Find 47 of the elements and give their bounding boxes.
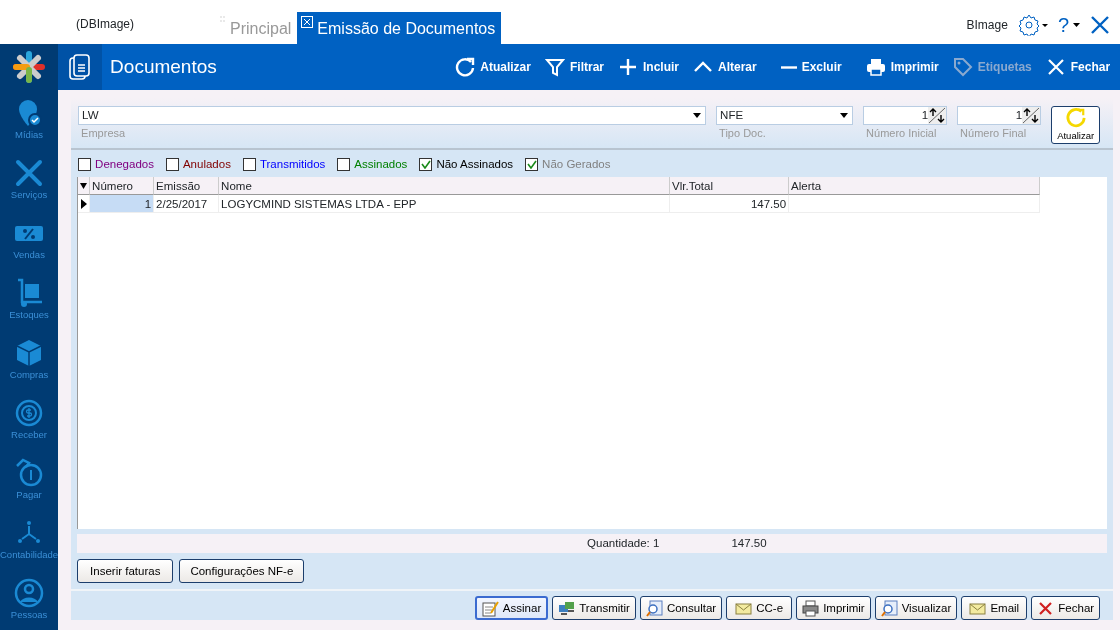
toolbar-button[interactable]: Incluir — [611, 57, 686, 77]
table-cell: 1 — [90, 195, 155, 214]
table-cell: LOGYCMIND SISTEMAS LTDA - EPP — [219, 195, 671, 214]
action-button[interactable]: Consultar — [639, 596, 723, 621]
column-header[interactable]: Nome — [219, 177, 671, 196]
toolbar-button[interactable]: Atualizar — [448, 57, 538, 77]
toolbar-button[interactable]: Imprimir — [858, 57, 946, 77]
app-label: (DBImage) — [76, 16, 134, 33]
checkbox-option[interactable]: Transmitidos — [242, 156, 326, 174]
checkbox-option[interactable]: Assinados — [337, 156, 408, 174]
number-field[interactable]: 1 — [863, 106, 948, 125]
checkbox-option[interactable]: Não Assinados — [419, 156, 514, 174]
action-button[interactable]: Configurações NF-e — [179, 559, 305, 584]
action-button[interactable]: Assinar — [474, 596, 549, 621]
field-caption: Número Final — [959, 126, 1028, 141]
document-tab[interactable]: Emissão de Documentos — [297, 12, 502, 44]
toolbar-button[interactable]: Filtrar — [537, 57, 611, 77]
field-caption: Empresa — [80, 126, 127, 141]
toolbar-button[interactable]: Alterar — [686, 57, 764, 77]
refresh-button[interactable]: Atualizar — [1051, 106, 1101, 144]
checkbox-option[interactable]: Denegados — [78, 156, 154, 174]
help-button[interactable]: ? — [1057, 10, 1080, 40]
user-label: BImage — [965, 17, 1008, 34]
action-button[interactable]: CC-e — [726, 596, 793, 621]
action-button[interactable]: Email — [961, 596, 1028, 621]
number-field[interactable]: 1 — [957, 106, 1042, 125]
table-cell: 147.50 — [670, 195, 790, 214]
action-button[interactable]: Visualizar — [874, 596, 958, 621]
toolbar-button[interactable]: Fechar — [1038, 57, 1118, 77]
action-button[interactable]: Fechar — [1031, 596, 1101, 621]
dropdown-field[interactable]: NFE — [716, 106, 854, 125]
checkbox-option[interactable]: Anulados — [165, 156, 231, 174]
dropdown-field[interactable]: LW — [78, 106, 707, 125]
column-header[interactable]: Emissão — [154, 177, 220, 196]
quantity-label: Quantidade: 1 — [587, 536, 660, 552]
column-header[interactable]: Vlr.Total — [670, 177, 790, 196]
field-caption: Número Inicial — [865, 126, 938, 141]
total-value: 147.50 — [731, 536, 767, 552]
field-caption: Tipo Doc. — [718, 126, 767, 141]
toolbar-button[interactable]: Excluir — [773, 58, 849, 76]
action-button[interactable]: Inserir faturas — [77, 559, 174, 584]
page-title: Documentos — [110, 54, 218, 79]
action-button[interactable]: Transmitir — [552, 596, 636, 621]
table-cell: 2/25/2017 — [154, 195, 220, 214]
action-button[interactable]: Imprimir — [796, 596, 871, 621]
column-header[interactable]: Alerta — [789, 177, 1041, 196]
column-header[interactable]: Número — [90, 177, 155, 196]
